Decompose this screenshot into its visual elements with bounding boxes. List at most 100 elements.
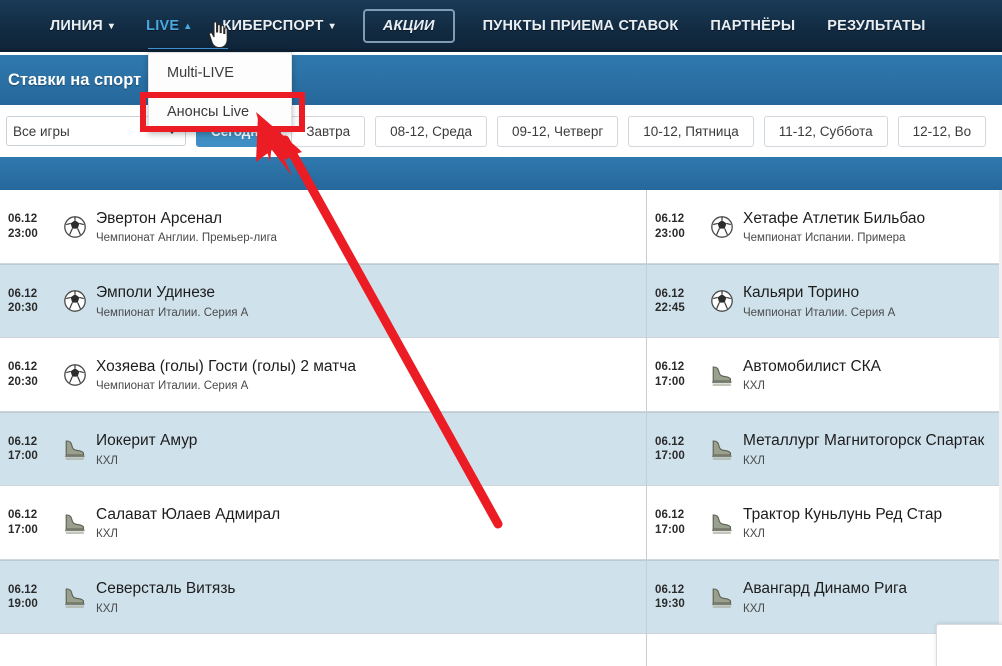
event-teams: Хетафе Атлетик Бильбао — [743, 209, 926, 227]
ice-hockey-skate-icon — [701, 585, 743, 609]
event-teams: Трактор Куньлунь Ред Стар — [743, 505, 943, 523]
day-tab-label: 10-12, Пятница — [643, 123, 739, 139]
event-time: 17:00 — [8, 523, 38, 536]
soccer-ball-icon — [54, 289, 96, 313]
event-league: Чемпионат Италии. Серия А — [96, 306, 249, 319]
page-root: ЛИНИЯ ▾ LIVE ▴ КИБЕРСПОРТ ▾ АКЦИИ ПУНКТЫ… — [0, 0, 1002, 666]
event-datetime: 06.12 17:00 — [647, 508, 701, 537]
day-tab-label: 08-12, Среда — [390, 123, 473, 139]
table-row[interactable]: 06.12 22:45 Кальяри Торино Чемпионат Ита… — [647, 264, 1002, 338]
event-teams: Салават Юлаев Адмирал — [96, 505, 281, 523]
event-column-left: 06.12 23:00 Эвертон Арсенал Чемпионат Ан… — [0, 190, 647, 666]
event-date: 06.12 — [8, 509, 38, 522]
soccer-ball-icon — [54, 215, 96, 239]
nav-item-label: АКЦИИ — [382, 18, 435, 34]
day-tab-label: Завтра — [306, 123, 351, 139]
chevron-down-icon: ▾ — [108, 21, 115, 32]
event-league: КХЛ — [743, 454, 765, 467]
event-league: КХЛ — [743, 602, 765, 615]
event-datetime: 06.12 23:00 — [647, 212, 701, 241]
event-datetime: 06.12 19:00 — [0, 583, 54, 612]
ice-hockey-skate-icon — [54, 585, 96, 609]
table-row[interactable]: 06.12 17:00 Иокерит Амур КХЛ — [0, 412, 646, 486]
table-row[interactable]: 06.12 20:30 Хозяева (голы) Гости (голы) … — [0, 338, 646, 412]
table-row[interactable]: 06.12 23:00 Эвертон Арсенал Чемпионат Ан… — [0, 190, 646, 264]
ice-hockey-skate-icon — [701, 363, 743, 387]
top-navigation-bar: ЛИНИЯ ▾ LIVE ▴ КИБЕРСПОРТ ▾ АКЦИИ ПУНКТЫ… — [0, 0, 1002, 52]
day-tab-11-12[interactable]: 11-12, Суббота — [763, 115, 888, 147]
event-league: Чемпионат Италии. Серия А — [743, 306, 896, 319]
event-league: КХЛ — [743, 528, 765, 541]
day-tab-label: 09-12, Четверг — [512, 123, 604, 139]
page-title: Ставки на спорт — [8, 70, 142, 89]
event-details: Автомобилист СКА КХЛ — [743, 357, 1002, 392]
event-date: 06.12 — [8, 583, 38, 596]
event-datetime: 06.12 17:00 — [0, 508, 54, 537]
event-time: 17:00 — [8, 450, 38, 462]
event-time: 23:00 — [8, 227, 38, 240]
nav-item-label: ПУНКТЫ ПРИЕМА СТАВОК — [482, 18, 679, 34]
event-datetime: 06.12 20:30 — [0, 360, 54, 389]
event-league: КХЛ — [96, 602, 118, 615]
event-details: Трактор Куньлунь Ред Стар КХЛ — [743, 505, 1002, 540]
event-time: 17:00 — [655, 450, 685, 462]
event-datetime: 06.12 23:00 — [0, 212, 54, 241]
event-teams: Северсталь Витязь — [96, 580, 236, 598]
event-datetime: 06.12 20:30 — [0, 287, 54, 316]
event-datetime: 06.12 17:00 — [647, 360, 701, 389]
nav-item-label: LIVE — [146, 18, 180, 34]
event-date: 06.12 — [8, 361, 38, 374]
table-row[interactable]: 06.12 20:30 Эмполи Удинезе Чемпионат Ита… — [0, 264, 646, 338]
nav-item-label: КИБЕРСПОРТ — [222, 18, 324, 34]
event-time: 20:30 — [8, 375, 38, 388]
dropdown-item-multi-live[interactable]: Multi-LIVE — [149, 53, 291, 92]
event-teams: Металлург Магнитогорск Спартак — [743, 432, 985, 450]
bottom-right-popup[interactable] — [936, 624, 1002, 666]
table-row[interactable]: 06.12 17:00 Металлург Магнитогорск Спарт… — [647, 412, 1002, 486]
nav-items-list: ЛИНИЯ ▾ LIVE ▴ КИБЕРСПОРТ ▾ АКЦИИ ПУНКТЫ… — [0, 9, 942, 43]
day-tab-label: 11-12, Суббота — [778, 123, 873, 139]
nav-item-rezultaty[interactable]: РЕЗУЛЬТАТЫ — [811, 12, 941, 40]
section-separator-band — [0, 157, 1002, 190]
event-league: Чемпионат Испании. Примера — [743, 232, 906, 245]
ice-hockey-skate-icon — [701, 511, 743, 535]
ice-hockey-skate-icon — [54, 437, 96, 461]
soccer-ball-icon — [54, 363, 96, 387]
nav-item-punkty-priema-stavok[interactable]: ПУНКТЫ ПРИЕМА СТАВОК — [467, 12, 695, 40]
day-tab-10-12[interactable]: 10-12, Пятница — [628, 115, 754, 147]
day-tab-09-12[interactable]: 09-12, Четверг — [497, 115, 619, 147]
event-details: Северсталь Витязь КХЛ — [96, 579, 646, 614]
event-time: 19:30 — [655, 598, 685, 610]
event-teams: Автомобилист СКА — [743, 357, 882, 375]
event-date: 06.12 — [8, 213, 38, 226]
nav-item-label: ПАРТНЁРЫ — [710, 18, 796, 34]
table-row[interactable]: 06.12 19:00 Северсталь Витязь КХЛ — [0, 560, 646, 634]
event-teams: Иокерит Амур — [96, 432, 198, 450]
table-row[interactable]: 06.12 19:30 Авангард Динамо Рига КХЛ — [647, 560, 1002, 634]
table-row[interactable]: 06.12 17:00 Салават Юлаев Адмирал КХЛ — [0, 486, 646, 560]
event-time: 17:00 — [655, 375, 685, 388]
table-row[interactable]: 06.12 17:00 Автомобилист СКА КХЛ — [647, 338, 1002, 412]
nav-item-live[interactable]: LIVE ▴ — [130, 12, 206, 40]
event-teams: Эмполи Удинезе — [96, 284, 216, 302]
sport-select-value: Все игры — [13, 123, 70, 139]
nav-item-partnyory[interactable]: ПАРТНЁРЫ — [694, 12, 811, 40]
soccer-ball-icon — [701, 215, 743, 239]
event-details: Хозяева (голы) Гости (голы) 2 матча Чемп… — [96, 357, 646, 392]
event-date: 06.12 — [655, 361, 685, 374]
event-league: КХЛ — [743, 380, 765, 393]
event-date: 06.12 — [8, 287, 38, 300]
day-tab-08-12[interactable]: 08-12, Среда — [375, 115, 488, 147]
event-details: Салават Юлаев Адмирал КХЛ — [96, 505, 646, 540]
table-row[interactable]: 06.12 23:00 Хетафе Атлетик Бильбао Чемпи… — [647, 190, 1002, 264]
day-tab-12-12[interactable]: 12-12, Во — [897, 115, 987, 147]
event-column-right: 06.12 23:00 Хетафе Атлетик Бильбао Чемпи… — [647, 190, 1002, 666]
nav-item-liniya[interactable]: ЛИНИЯ ▾ — [34, 12, 130, 40]
event-time: 19:00 — [8, 598, 38, 610]
event-date: 06.12 — [655, 213, 685, 226]
nav-item-akcii[interactable]: АКЦИИ — [362, 9, 455, 43]
event-details: Авангард Динамо Рига КХЛ — [743, 579, 1002, 614]
nav-item-kibersport[interactable]: КИБЕРСПОРТ ▾ — [206, 12, 350, 40]
table-row[interactable]: 06.12 17:00 Трактор Куньлунь Ред Стар КХ… — [647, 486, 1002, 560]
event-datetime: 06.12 17:00 — [647, 435, 701, 464]
